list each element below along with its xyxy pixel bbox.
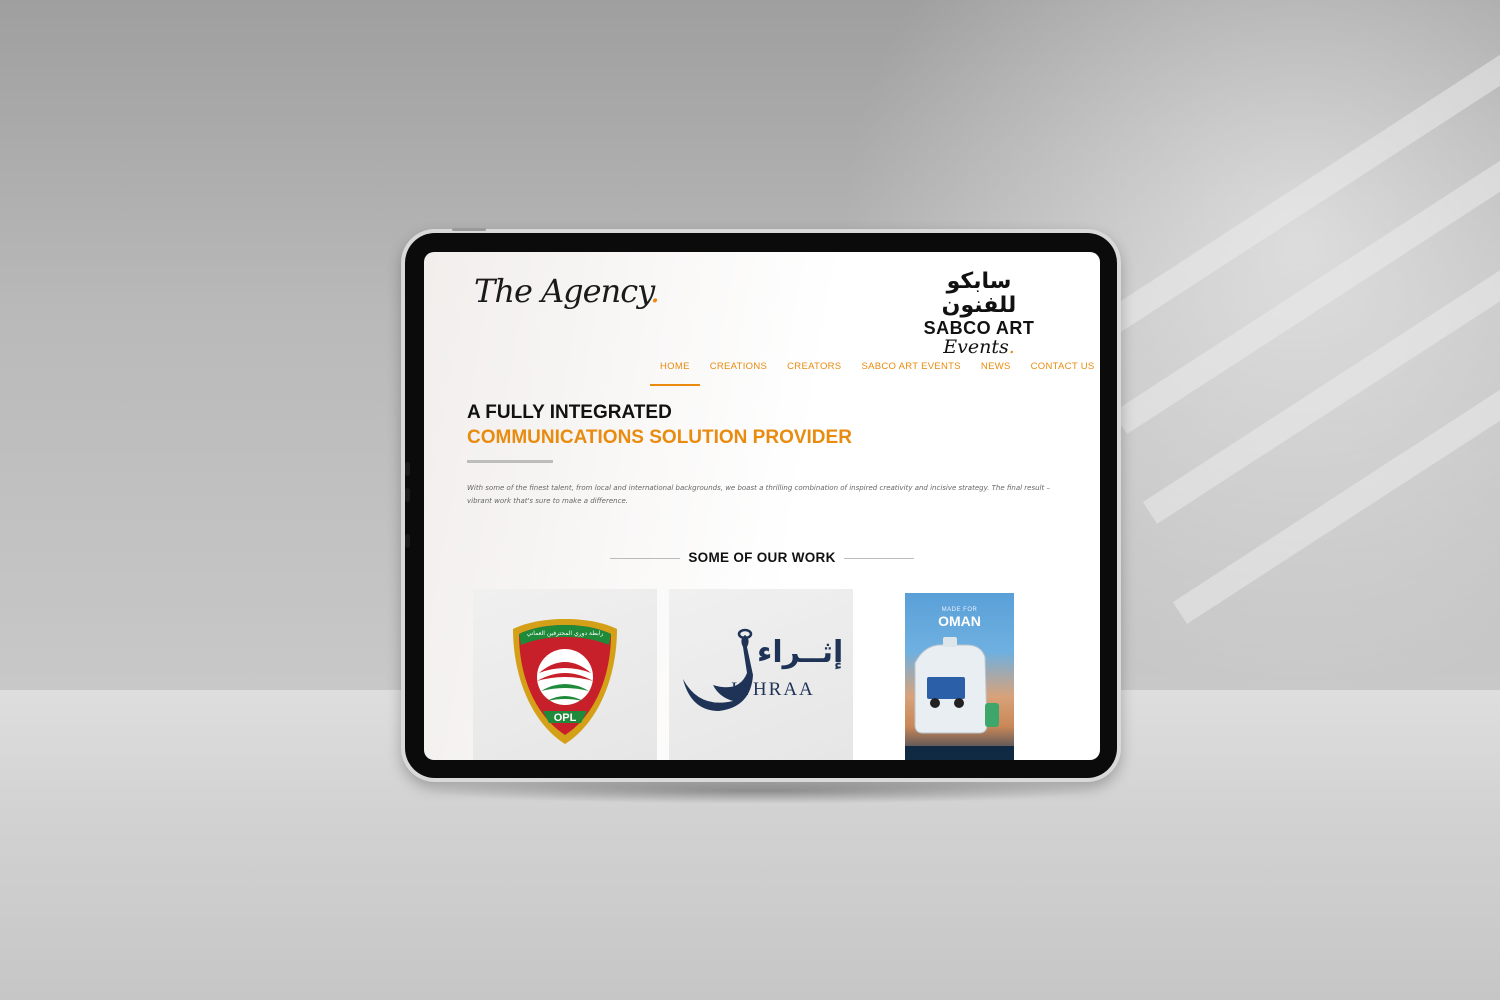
opl-logo: OPL رابطة دوري المحترفين العماني [513, 619, 617, 744]
hero-intro-text: With some of the finest talent, from loc… [467, 484, 1050, 505]
poster-footer [905, 746, 1014, 760]
agency-logo-text: The Agency [474, 272, 651, 310]
tablet-side-button [405, 462, 410, 476]
website-screen: The Agency. سابكو للفنون SABCO ART Event… [424, 252, 1100, 760]
work-card-oman[interactable]: MADE FOR OMAN [865, 589, 1049, 760]
nav-item-home[interactable]: HOME [650, 361, 700, 386]
work-card-opl[interactable]: OPL رابطة دوري المحترفين العماني [473, 589, 657, 760]
opl-arabic-text: رابطة دوري المحترفين العماني [527, 630, 604, 637]
nav-item-creators[interactable]: CREATORS [777, 361, 851, 385]
agency-logo[interactable]: The Agency. [474, 272, 660, 310]
tablet-top-button [452, 228, 486, 231]
hero-heading-line1: A FULLY INTEGRATED [467, 402, 672, 423]
sabco-logo-english: SABCO ART [923, 318, 1035, 338]
sabco-logo[interactable]: سابكو للفنون SABCO ART Events. [914, 269, 1044, 358]
ithraa-logo-mark [683, 628, 753, 711]
work-card-ithraa[interactable]: إثــراء ITHRAA [669, 589, 853, 760]
ithraa-english-text: ITHRAA [731, 679, 815, 700]
oman-poster: MADE FOR OMAN [905, 593, 1014, 760]
tablet-side-button [405, 488, 410, 502]
opl-badge-text: OPL [554, 712, 577, 724]
nav-item-news[interactable]: NEWS [971, 361, 1021, 385]
work-section-header: SOME OF OUR WORK [610, 548, 914, 568]
poster-artwork [914, 637, 999, 734]
sabco-logo-arabic: سابكو للفنون [941, 269, 1017, 318]
tablet-side-button [405, 534, 410, 548]
section-rule-right [844, 558, 914, 559]
heading-underline [467, 460, 553, 463]
ithraa-arabic-text: إثــراء [757, 635, 844, 670]
nav-item-contact-us[interactable]: CONTACT US [1021, 361, 1100, 385]
nav-item-creations[interactable]: CREATIONS [700, 361, 777, 385]
nav-item-sabco-art-events[interactable]: SABCO ART EVENTS [851, 361, 970, 385]
sabco-logo-script: Events. [943, 336, 1015, 358]
hero-heading-line2: COMMUNICATIONS SOLUTION PROVIDER [467, 427, 852, 448]
agency-logo-dot: . [649, 272, 660, 310]
main-nav: HOME CREATIONS CREATORS SABCO ART EVENTS… [650, 361, 1100, 386]
